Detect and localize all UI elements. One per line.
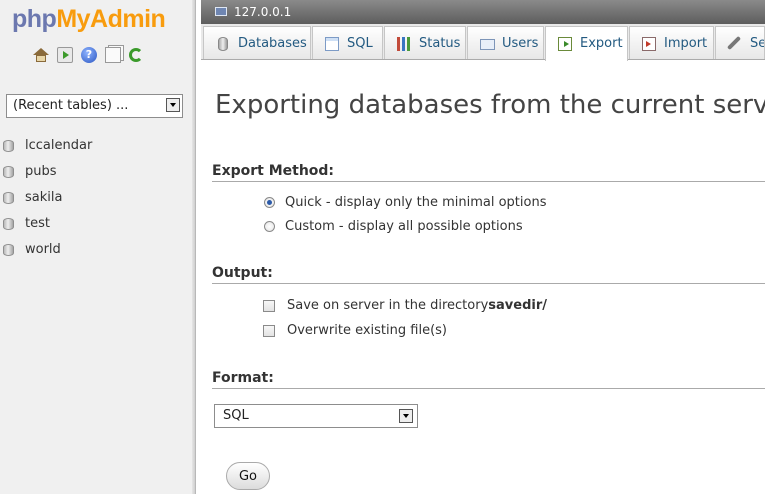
server-breadcrumb: 127.0.0.1 (201, 0, 765, 24)
database-item[interactable]: world (0, 237, 92, 263)
tab-import[interactable]: Import (629, 26, 714, 59)
navigation-panel: phpMyAdmin ? (Recent tables) ... lccalen… (0, 0, 196, 494)
home-icon[interactable] (33, 47, 49, 63)
database-icon (3, 192, 14, 204)
tab-export[interactable]: Export (545, 26, 628, 61)
database-item[interactable]: sakila (0, 185, 92, 211)
quick-export-option[interactable]: Quick - display only the minimal options (264, 195, 547, 210)
save-on-server-checkbox[interactable] (263, 299, 275, 312)
nav-icon-bar: ? (33, 47, 143, 63)
save-dir-name: savedir/ (488, 298, 547, 313)
database-icon (3, 166, 14, 178)
recent-tables-value: (Recent tables) ... (13, 98, 129, 113)
format-select[interactable]: SQL (214, 404, 418, 428)
export-icon (558, 37, 572, 51)
tab-sql[interactable]: SQL (312, 26, 383, 59)
format-value: SQL (223, 408, 249, 423)
export-method-heading: Export Method: (212, 163, 765, 182)
chevron-down-icon (399, 409, 413, 423)
quick-radio[interactable] (264, 197, 275, 208)
database-item[interactable]: test (0, 211, 92, 237)
server-icon (215, 7, 227, 16)
format-heading: Format: (212, 370, 765, 389)
help-icon[interactable]: ? (81, 47, 97, 63)
custom-export-option[interactable]: Custom - display all possible options (264, 219, 523, 234)
phpmyadmin-logo[interactable]: phpMyAdmin (12, 4, 166, 34)
panel-splitter[interactable] (192, 0, 195, 494)
status-icon (397, 37, 411, 51)
chevron-down-icon (166, 98, 180, 112)
tab-settings[interactable]: Se (715, 26, 765, 59)
exit-icon[interactable] (57, 47, 73, 63)
tab-users[interactable]: Users (467, 26, 544, 59)
go-button[interactable]: Go (226, 462, 270, 490)
overwrite-option[interactable]: Overwrite existing file(s) (263, 323, 447, 338)
database-icon (3, 244, 14, 256)
database-icon (3, 140, 14, 152)
import-icon (642, 37, 656, 51)
server-link[interactable]: 127.0.0.1 (234, 0, 291, 24)
users-icon (480, 39, 495, 50)
tab-databases[interactable]: Databases (203, 26, 311, 59)
recent-tables-select[interactable]: (Recent tables) ... (6, 94, 183, 118)
page-title: Exporting databases from the current ser… (215, 90, 765, 120)
sql-icon (325, 37, 339, 51)
overwrite-checkbox[interactable] (263, 324, 275, 337)
output-heading: Output: (212, 265, 765, 284)
tab-status[interactable]: Status (384, 26, 466, 59)
custom-radio[interactable] (264, 221, 275, 232)
database-icon (218, 37, 228, 51)
top-menu-tabs: Databases SQL Status Users Export Import… (201, 24, 765, 61)
reload-icon[interactable] (129, 48, 143, 62)
database-item[interactable]: lccalendar (0, 133, 92, 159)
save-on-server-option[interactable]: Save on server in the directory savedir/ (263, 298, 547, 313)
database-list: lccalendar pubs sakila test world (0, 133, 92, 263)
settings-icon (726, 35, 742, 51)
docs-icon[interactable] (105, 47, 121, 63)
database-icon (3, 218, 14, 230)
database-item[interactable]: pubs (0, 159, 92, 185)
